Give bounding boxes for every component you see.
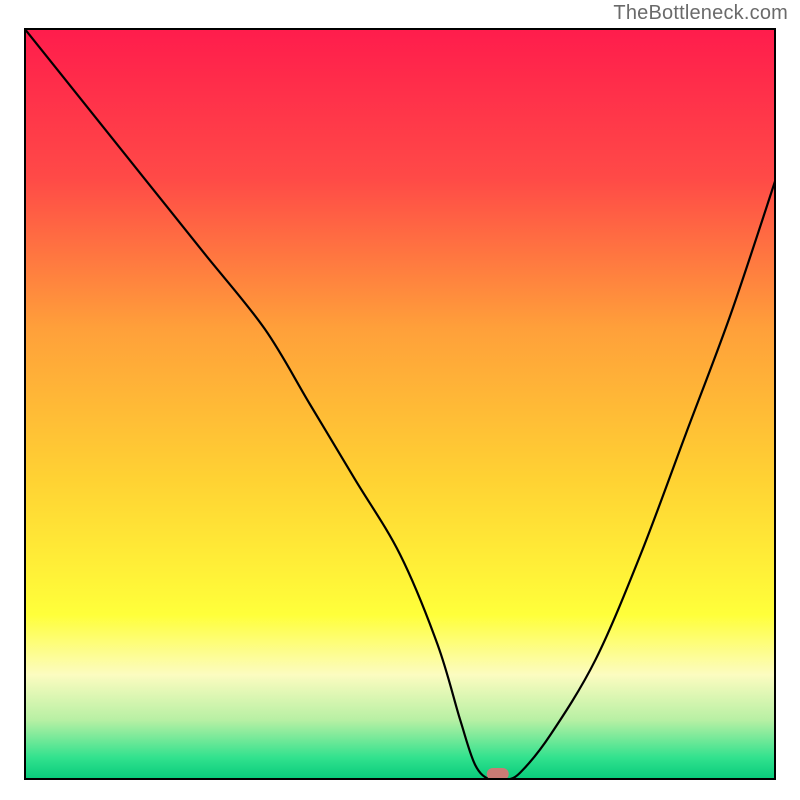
plot-area xyxy=(24,28,776,780)
chart-container: TheBottleneck.com xyxy=(0,0,800,800)
watermark-text: TheBottleneck.com xyxy=(613,2,788,25)
chart-svg xyxy=(24,28,776,780)
gradient-background xyxy=(24,28,776,780)
